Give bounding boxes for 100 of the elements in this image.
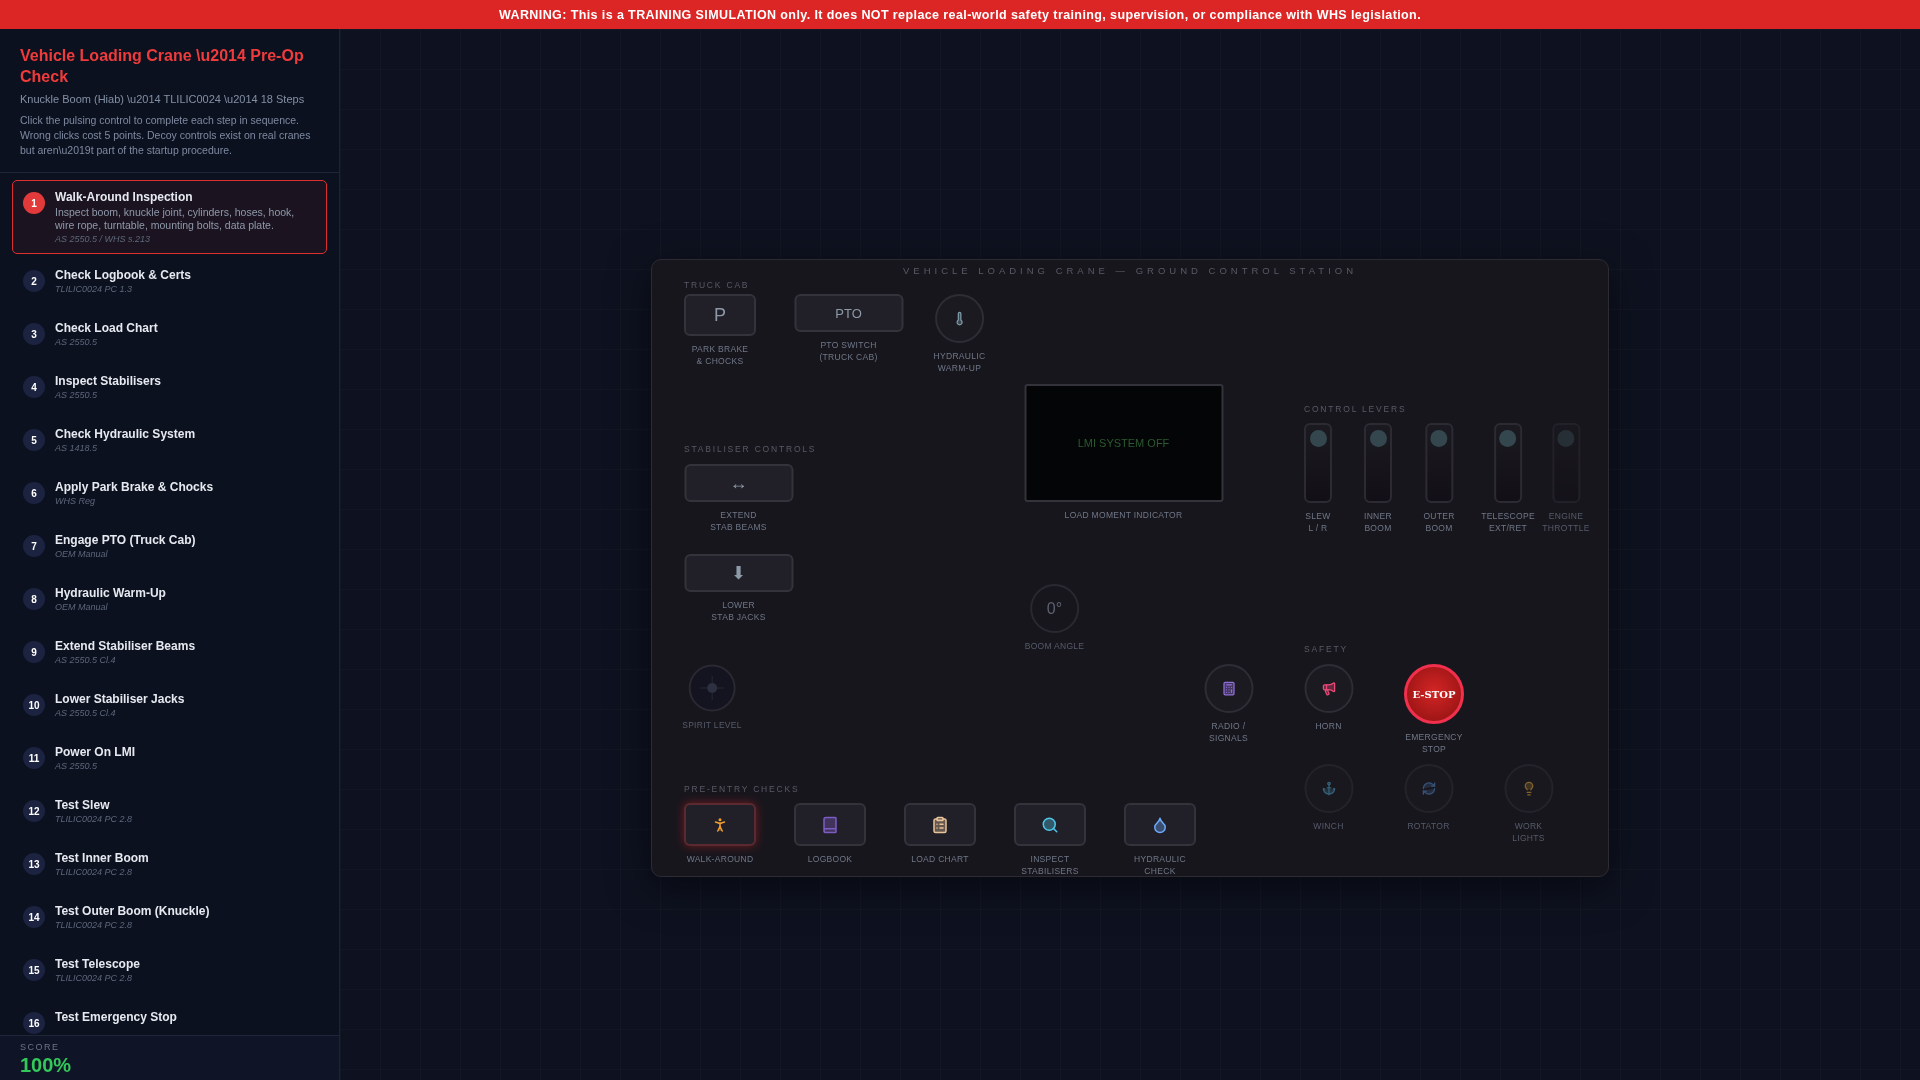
control-label: LOAD MOMENT INDICATOR	[1064, 509, 1183, 521]
magnifier-icon	[1041, 815, 1059, 834]
round-button[interactable]	[1404, 764, 1453, 813]
step-title: Inspect Stabilisers	[55, 374, 162, 388]
step-title: Test Outer Boom (Knuckle)	[55, 904, 210, 918]
check-button[interactable]	[684, 803, 756, 846]
check-button[interactable]	[1014, 803, 1086, 846]
step-title: Walk-Around Inspection	[55, 190, 194, 204]
control-label: HORN	[1315, 720, 1342, 732]
check-button[interactable]	[1124, 803, 1196, 846]
control-lever[interactable]	[1304, 423, 1332, 503]
sidebar-subtitle: Knuckle Boom (Hiab) \u2014 TLILIC0024 \u2014 18 Steps	[20, 93, 306, 105]
control-label: LOAD CHART	[911, 853, 969, 865]
control-key[interactable]: ⬇	[684, 554, 793, 592]
round-button[interactable]	[1504, 764, 1553, 813]
warning-banner: WARNING: This is a TRAINING SIMULATION only. It does NOT replace real-world safety training, supervision, or compliance with WHS legislation.	[0, 0, 1920, 29]
step-number: 9	[23, 641, 45, 663]
control-label: HYDRAULIC WARM-UP	[933, 350, 986, 374]
control-label: ENGINE THROTTLE	[1542, 510, 1590, 534]
step-title: Test Telescope	[55, 957, 140, 971]
step-number: 4	[23, 376, 45, 398]
step-reference: TLILIC0024 PC 2.8	[55, 920, 134, 930]
control-label: EMERGENCY STOP	[1405, 731, 1463, 755]
section-label: TRUCK CAB	[684, 280, 750, 290]
step-item[interactable]: 12 Test Slew TLILIC0024 PC 2.8	[12, 788, 327, 841]
step-reference: AS 2550.5 Cl.4	[55, 655, 117, 665]
control-key[interactable]: P	[684, 294, 756, 336]
step-number: 5	[23, 429, 45, 451]
step-item[interactable]: 11 Power On LMI AS 2550.5	[12, 735, 327, 788]
control-key[interactable]: ↔	[684, 464, 793, 502]
step-item[interactable]: 13 Test Inner Boom TLILIC0024 PC 2.8	[12, 841, 327, 894]
control-key[interactable]: PTO	[794, 294, 903, 332]
step-item[interactable]: 8 Hydraulic Warm-Up OEM Manual	[12, 576, 327, 629]
control-label: SPIRIT LEVEL	[682, 719, 742, 731]
step-reference: TLILIC0024 PC 2.8	[55, 814, 133, 824]
step-reference: AS 2550.5	[55, 761, 99, 771]
step-item[interactable]: 7 Engage PTO (Truck Cab) OEM Manual	[12, 523, 327, 576]
control-label: INNER BOOM	[1364, 510, 1392, 534]
step-title: Check Hydraulic System	[55, 427, 196, 441]
step-number: 1	[23, 192, 45, 214]
step-item[interactable]: 6 Apply Park Brake & Chocks WHS Reg	[12, 470, 327, 523]
droplet-icon	[1151, 815, 1169, 834]
round-button[interactable]	[1304, 764, 1353, 813]
step-reference: OEM Manual	[55, 602, 109, 612]
step-item[interactable]: 15 Test Telescope TLILIC0024 PC 2.8	[12, 947, 327, 1000]
section-label: PRE-ENTRY CHECKS	[684, 784, 800, 794]
step-title: Hydraulic Warm-Up	[55, 586, 166, 600]
step-number: 2	[23, 270, 45, 292]
step-item[interactable]: 4 Inspect Stabilisers AS 2550.5	[12, 364, 327, 417]
step-number: 14	[23, 906, 45, 928]
step-item[interactable]: 14 Test Outer Boom (Knuckle) TLILIC0024 PC 2.8	[12, 894, 327, 947]
step-title: Extend Stabiliser Beams	[55, 639, 196, 653]
spirit-level-icon	[688, 664, 736, 712]
control-label: TELESCOPE EXT/RET	[1481, 510, 1535, 534]
step-item[interactable]: 2 Check Logbook & Certs TLILIC0024 PC 1.3	[12, 258, 327, 311]
round-button[interactable]	[1204, 664, 1253, 713]
step-item[interactable]: 16 Test Emergency Stop	[12, 1000, 327, 1035]
panel-title: VEHICLE LOADING CRANE — GROUND CONTROL STATION	[901, 265, 1359, 276]
section-label: SAFETY	[1304, 644, 1348, 654]
control-lever[interactable]	[1425, 423, 1453, 503]
control-label: BOOM ANGLE	[1024, 640, 1085, 652]
control-label: LOGBOOK	[807, 853, 853, 865]
control-label: PTO SWITCH (TRUCK CAB)	[819, 339, 878, 363]
control-lever[interactable]	[1494, 423, 1522, 503]
rotate-icon	[1421, 781, 1436, 796]
control-label: SLEW L / R	[1305, 510, 1331, 534]
control-label: WORK LIGHTS	[1512, 820, 1545, 844]
step-number: 10	[23, 694, 45, 716]
step-item[interactable]: 3 Check Load Chart AS 2550.5	[12, 311, 327, 364]
control-lever[interactable]	[1364, 423, 1392, 503]
emergency-stop-button[interactable]: E-STOP	[1404, 664, 1464, 724]
step-item[interactable]: 9 Extend Stabiliser Beams AS 2550.5 Cl.4	[12, 629, 327, 682]
step-title: Test Slew	[55, 798, 111, 812]
score-value: 100%	[20, 1054, 73, 1076]
step-title: Check Logbook & Certs	[55, 268, 192, 282]
step-number: 12	[23, 800, 45, 822]
step-number: 6	[23, 482, 45, 504]
round-button[interactable]	[935, 294, 984, 343]
check-button[interactable]	[904, 803, 976, 846]
step-number: 11	[23, 747, 45, 769]
control-lever[interactable]	[1552, 423, 1580, 503]
step-title: Engage PTO (Truck Cab)	[55, 533, 196, 547]
step-reference: TLILIC0024 PC 2.8	[55, 867, 134, 877]
control-label: RADIO / SIGNALS	[1209, 720, 1248, 744]
step-title: Power On LMI	[55, 745, 135, 759]
step-number: 15	[23, 959, 45, 981]
check-button[interactable]	[794, 803, 866, 846]
step-reference: AS 1418.5	[55, 443, 99, 453]
clipboard-icon	[931, 815, 949, 834]
step-item[interactable]: 5 Check Hydraulic System AS 1418.5	[12, 417, 327, 470]
step-item[interactable]: 10 Lower Stabiliser Jacks AS 2550.5 Cl.4	[12, 682, 327, 735]
book-icon	[821, 815, 839, 834]
score-label: SCORE	[20, 1042, 61, 1052]
control-label: LOWER STAB JACKS	[711, 599, 766, 623]
step-item[interactable]: 1 Walk-Around Inspection Inspect boom, knuckle joint, cylinders, hoses, hook, wire rope, turntable, mounting bolts, data plate. AS 2550.5 / WHS s.213	[12, 180, 327, 254]
round-button[interactable]	[1304, 664, 1353, 713]
instructions-text: Click the pulsing control to complete each step in sequence. Wrong clicks cost 5 points. Decoy controls exist on real cranes but aren\u2019t part of the startup procedure.	[20, 113, 312, 158]
sidebar-title: Vehicle Loading Crane \u2014 Pre-Op Check	[20, 46, 305, 87]
keypad-icon	[1221, 681, 1236, 696]
control-label: EXTEND STAB BEAMS	[710, 509, 767, 533]
